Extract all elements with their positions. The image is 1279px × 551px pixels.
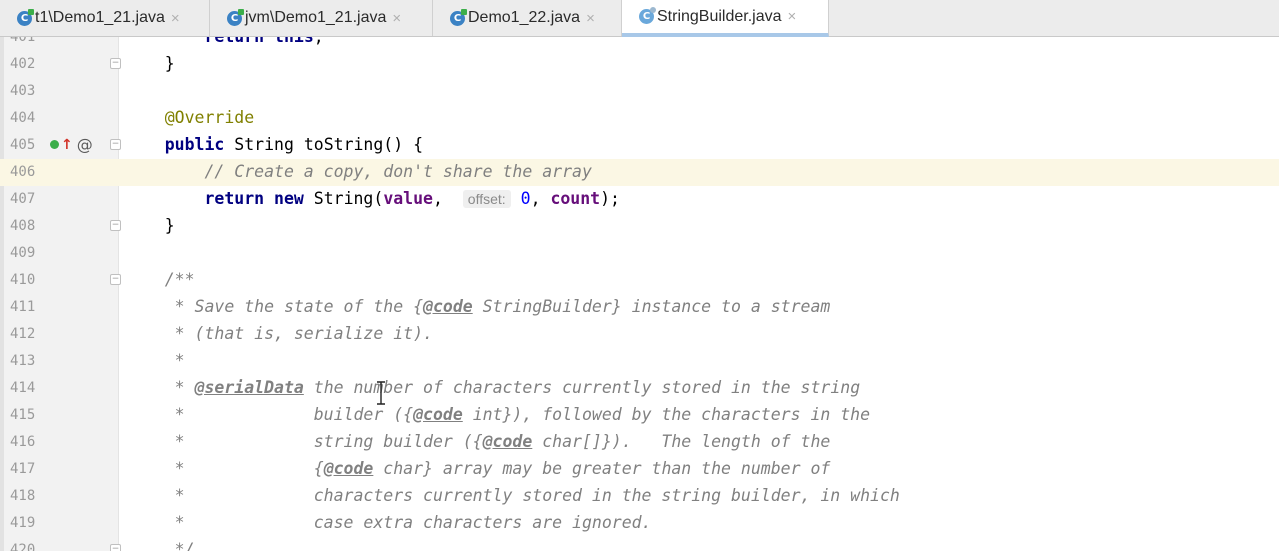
code-text: return this; xyxy=(125,37,323,46)
code-line[interactable]: 416 * string builder ({@code char[]}). T… xyxy=(0,429,1279,456)
code-line[interactable]: 412 * (that is, serialize it). xyxy=(0,321,1279,348)
java-class-icon: C xyxy=(227,8,244,26)
close-icon[interactable]: × xyxy=(392,10,401,27)
java-class-icon: C xyxy=(450,8,467,26)
close-icon[interactable]: × xyxy=(586,10,595,27)
code-line[interactable]: 413 * xyxy=(0,348,1279,375)
code-text: * @serialData the number of characters c… xyxy=(125,378,861,397)
fold-icon[interactable]: − xyxy=(110,220,121,231)
line-number: 415 xyxy=(10,407,36,423)
line-number: 410 xyxy=(10,272,36,288)
line-number: 416 xyxy=(10,434,36,450)
code-text: * Save the state of the {@code StringBui… xyxy=(125,297,831,316)
code-text: return new String(value, offset: 0, coun… xyxy=(204,189,620,208)
parameter-hint: offset: xyxy=(462,190,511,208)
code-text: * xyxy=(125,351,185,370)
code-line-current[interactable]: 406 // Create a copy, don't share the ar… xyxy=(0,159,1279,186)
code-text: * (that is, serialize it). xyxy=(125,324,433,343)
code-line[interactable]: 408 − } xyxy=(0,213,1279,240)
line-number: 406 xyxy=(10,164,36,180)
code-editor[interactable]: 401 return this; 402 − } 403 404 @Overri… xyxy=(0,37,1279,551)
line-number: 414 xyxy=(10,380,36,396)
code-text: * {@code char} array may be greater than… xyxy=(125,459,831,478)
code-line[interactable]: 420 − */ xyxy=(0,537,1279,551)
overrides-method-icon[interactable] xyxy=(50,140,59,149)
line-number: 404 xyxy=(10,110,36,126)
line-number: 403 xyxy=(10,83,36,99)
line-number: 418 xyxy=(10,488,36,504)
annotation-icon[interactable]: @ xyxy=(77,135,93,154)
code-line[interactable]: 402 − } xyxy=(0,51,1279,78)
tab-t1-demo1-21[interactable]: C t1\Demo1_21.java × xyxy=(0,0,210,36)
line-number: 419 xyxy=(10,515,36,531)
fold-icon[interactable]: − xyxy=(110,139,121,150)
java-class-icon: C xyxy=(17,8,34,26)
code-line[interactable]: 403 xyxy=(0,78,1279,105)
code-line[interactable]: 415 * builder ({@code int}), followed by… xyxy=(0,402,1279,429)
code-line[interactable]: 417 * {@code char} array may be greater … xyxy=(0,456,1279,483)
code-line[interactable]: 411 * Save the state of the {@code Strin… xyxy=(0,294,1279,321)
line-number: 409 xyxy=(10,245,36,261)
code-line[interactable]: 405 ↑ @ − public String toString() { xyxy=(0,132,1279,159)
code-text: */ xyxy=(125,540,195,551)
line-number: 408 xyxy=(10,218,36,234)
code-text: @Override xyxy=(125,108,255,127)
line-number: 402 xyxy=(10,56,36,72)
fold-icon[interactable]: − xyxy=(110,544,121,551)
code-line[interactable]: 404 @Override xyxy=(0,105,1279,132)
line-number: 405 xyxy=(10,137,36,153)
text-cursor-icon xyxy=(377,381,385,405)
code-line[interactable]: 414 * @serialData the number of characte… xyxy=(0,375,1279,402)
close-icon[interactable]: × xyxy=(171,10,180,27)
tab-label: jvm\Demo1_21.java xyxy=(245,9,387,26)
line-number: 411 xyxy=(10,299,36,315)
line-number: 407 xyxy=(10,191,36,207)
fold-icon[interactable]: − xyxy=(110,274,121,285)
code-text: * case extra characters are ignored. xyxy=(125,513,652,532)
line-number: 420 xyxy=(10,542,36,551)
editor-tab-bar: C t1\Demo1_21.java × C jvm\Demo1_21.java… xyxy=(0,0,1279,37)
code-text: } xyxy=(125,216,175,235)
fold-icon[interactable]: − xyxy=(110,58,121,69)
line-number: 413 xyxy=(10,353,36,369)
code-text: /** xyxy=(125,270,195,289)
code-line[interactable]: 419 * case extra characters are ignored. xyxy=(0,510,1279,537)
close-icon[interactable]: × xyxy=(788,8,797,25)
java-class-icon: C xyxy=(639,7,656,24)
code-line[interactable]: 409 xyxy=(0,240,1279,267)
line-number: 401 xyxy=(10,37,36,45)
arrow-up-icon: ↑ xyxy=(61,136,73,153)
code-line[interactable]: 401 return this; xyxy=(0,37,1279,51)
code-text: } xyxy=(125,54,175,73)
tab-jvm-demo1-21[interactable]: C jvm\Demo1_21.java × xyxy=(210,0,433,36)
code-line[interactable]: 418 * characters currently stored in the… xyxy=(0,483,1279,510)
code-text: public String toString() { xyxy=(164,135,424,154)
code-line[interactable]: 407 return new String(value, offset: 0, … xyxy=(0,186,1279,213)
tab-label: t1\Demo1_21.java xyxy=(35,9,165,26)
code-text: * builder ({@code int}), followed by the… xyxy=(125,405,871,424)
tab-stringbuilder[interactable]: C StringBuilder.java × xyxy=(622,0,829,37)
code-text: * string builder ({@code char[]}). The l… xyxy=(125,432,831,451)
code-line[interactable]: 410 − /** xyxy=(0,267,1279,294)
line-number: 412 xyxy=(10,326,36,342)
tab-label: StringBuilder.java xyxy=(657,7,782,25)
code-text: // Create a copy, don't share the array xyxy=(125,162,592,181)
tab-demo1-22[interactable]: C Demo1_22.java × xyxy=(433,0,622,36)
code-text: * characters currently stored in the str… xyxy=(125,486,900,505)
line-number: 417 xyxy=(10,461,36,477)
tab-label: Demo1_22.java xyxy=(468,9,581,26)
